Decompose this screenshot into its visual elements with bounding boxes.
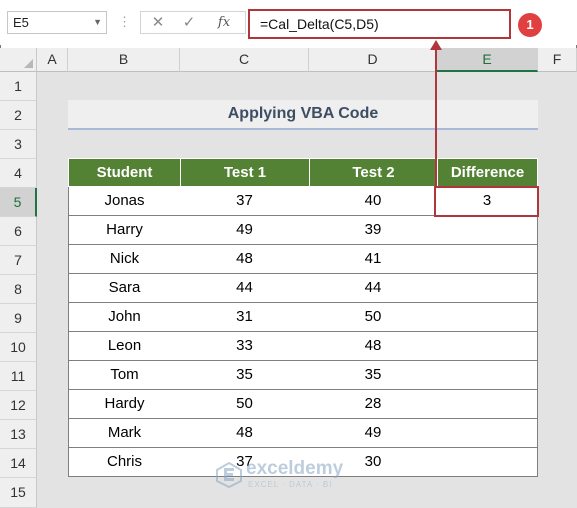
table-cell-difference[interactable] [437,274,538,303]
table-header-student[interactable]: Student [68,158,181,187]
callout-badge: 1 [518,13,542,37]
table-cell-difference[interactable] [437,245,538,274]
row-header-7[interactable]: 7 [0,246,37,275]
row-header-15[interactable]: 15 [0,478,37,508]
table-cell-student[interactable]: Leon [68,332,181,361]
table-cell-student[interactable]: Hardy [68,390,181,419]
table-cell-test2[interactable]: 41 [309,245,438,274]
table-cell-student[interactable]: John [68,303,181,332]
table-cell-student[interactable]: Jonas [68,187,181,216]
row-header-2[interactable]: 2 [0,101,37,130]
table-cell-test2[interactable]: 28 [309,390,438,419]
table-cell-test1[interactable]: 33 [180,332,310,361]
table-cell-test1[interactable]: 35 [180,361,310,390]
table-cell-test2[interactable]: 50 [309,303,438,332]
arrow-up-icon [430,40,442,50]
row-header-1[interactable]: 1 [0,72,37,101]
table-cell-difference[interactable] [437,448,538,477]
vertical-dots-icon[interactable]: ⋮ [118,12,131,34]
table-cell-student[interactable]: Harry [68,216,181,245]
table-cell-student[interactable]: Mark [68,419,181,448]
row-header-4[interactable]: 4 [0,159,37,188]
watermark-tagline: EXCEL · DATA · BI [248,480,333,489]
table-cell-test1[interactable]: 48 [180,419,310,448]
table-cell-student[interactable]: Tom [68,361,181,390]
table-cell-test2[interactable]: 39 [309,216,438,245]
callout-arrow [435,46,437,186]
table-cell-difference[interactable] [437,216,538,245]
table-cell-test2[interactable]: 35 [309,361,438,390]
insert-function-icon[interactable]: fx [213,12,235,33]
table-cell-difference[interactable] [437,390,538,419]
gridline [538,72,539,508]
row-header-9[interactable]: 9 [0,304,37,333]
row-header-12[interactable]: 12 [0,391,37,420]
name-box[interactable]: E5 ▼ [7,11,107,34]
table-cell-difference[interactable] [437,303,538,332]
table-cell-test1[interactable]: 50 [180,390,310,419]
table-cell-difference[interactable] [437,361,538,390]
table-cell-test1[interactable]: 37 [180,187,310,216]
row-header-6[interactable]: 6 [0,217,37,246]
active-cell-highlight [434,186,539,217]
formula-buttons: ✕ ✓ fx [140,11,246,34]
table-cell-test2[interactable]: 44 [309,274,438,303]
table-cell-test2[interactable]: 49 [309,419,438,448]
table-cell-test1[interactable]: 44 [180,274,310,303]
table-cell-test1[interactable]: 48 [180,245,310,274]
table-header-difference[interactable]: Difference [437,158,538,187]
row-header-11[interactable]: 11 [0,362,37,391]
formula-input[interactable]: =Cal_Delta(C5,D5) [248,9,511,39]
row-header-5[interactable]: 5 [0,188,37,217]
table-cell-student[interactable]: Sara [68,274,181,303]
column-header-c[interactable]: C [180,48,309,72]
column-header-f[interactable]: F [538,48,577,72]
table-cell-test1[interactable]: 49 [180,216,310,245]
column-header-a[interactable]: A [37,48,68,72]
row-header-13[interactable]: 13 [0,420,37,449]
select-all-corner[interactable] [0,48,37,72]
column-header-e[interactable]: E [437,48,538,72]
table-cell-student[interactable]: Nick [68,245,181,274]
row-header-14[interactable]: 14 [0,449,37,478]
exceldemy-logo-icon [216,462,242,488]
column-header-d[interactable]: D [309,48,437,72]
row-header-10[interactable]: 10 [0,333,37,362]
table-cell-difference[interactable] [437,332,538,361]
table-cell-difference[interactable] [437,419,538,448]
watermark-name: exceldemy [246,458,344,479]
row-header-8[interactable]: 8 [0,275,37,304]
close-icon[interactable]: ✕ [147,12,169,33]
page-title[interactable]: Applying VBA Code [68,100,538,128]
chevron-down-icon[interactable]: ▼ [93,12,102,33]
formula-bar: E5 ▼ ⋮ ✕ ✓ fx =Cal_Delta(C5,D5) 1 [0,0,577,45]
table-cell-student[interactable]: Chris [68,448,181,477]
name-box-value: E5 [13,15,29,30]
table-header-test2[interactable]: Test 2 [309,158,438,187]
select-all-triangle [24,59,33,68]
row-header-3[interactable]: 3 [0,130,37,159]
column-header-b[interactable]: B [68,48,180,72]
table-cell-test2[interactable]: 48 [309,332,438,361]
table-cell-test2[interactable]: 40 [309,187,438,216]
table-header-test1[interactable]: Test 1 [180,158,310,187]
table-cell-test1[interactable]: 31 [180,303,310,332]
title-underline [68,128,538,130]
checkmark-icon[interactable]: ✓ [178,12,200,33]
